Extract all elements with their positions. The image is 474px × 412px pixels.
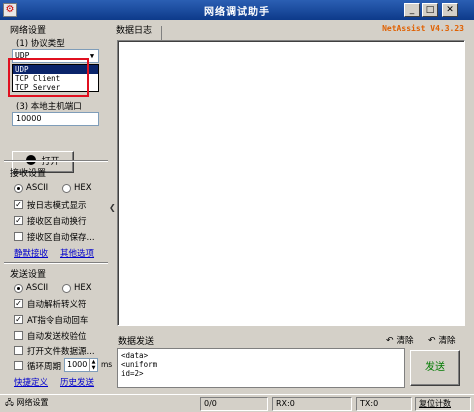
recv-hex-label: HEX <box>74 183 92 193</box>
auto-wrap-label: 接收区自动换行 <box>27 217 87 227</box>
window-title: 网络调试助手 <box>204 7 270 18</box>
mute-receive-link[interactable]: 静默接收 <box>14 247 48 259</box>
loop-period-input[interactable]: 1000 ▲ ▼ <box>64 358 98 372</box>
recv-settings-title: 接收设置 <box>10 169 47 179</box>
log-mode-label: 按日志模式显示 <box>27 201 87 211</box>
reset-count-button[interactable]: 复位计数 <box>415 397 471 411</box>
clear-send-button[interactable]: ↶ 清除 <box>428 334 456 346</box>
maximize-button[interactable]: □ <box>422 3 438 17</box>
auto-wrap-checkbox[interactable]: ✓ <box>14 216 23 225</box>
auto-save-label: 接收区自动保存... <box>27 233 95 243</box>
panel-splitter[interactable]: ❮ <box>109 175 116 245</box>
status-bar: 🖧 网络设置 0/0 RX:0 TX:0 复位计数 <box>0 394 474 412</box>
send-button[interactable]: 发送 <box>410 350 460 386</box>
status-tx: TX:0 <box>356 397 412 411</box>
clear-icon: ↶ <box>428 336 436 346</box>
at-return-checkbox[interactable]: ✓ <box>14 315 23 324</box>
protocol-label: (1) 协议类型 <box>16 39 65 49</box>
loop-label: 循环周期 <box>27 362 62 372</box>
file-source-checkbox[interactable] <box>14 346 23 355</box>
clear-icon: ↶ <box>386 336 394 346</box>
log-tab[interactable]: 数据日志 <box>116 23 152 36</box>
checksum-checkbox[interactable] <box>14 331 23 340</box>
title-bar: ⚙ 网络调试助手 _ □ ✕ <box>0 0 474 20</box>
clear-send-label: 清除 <box>438 336 456 346</box>
spinner-icon[interactable]: ▲ ▼ <box>89 359 97 371</box>
recv-ascii-label: ASCII <box>26 183 49 193</box>
send-settings-title: 发送设置 <box>10 270 47 280</box>
send-hex-label: HEX <box>74 283 92 293</box>
port-input[interactable]: 10000 <box>12 112 99 126</box>
version-label: NetAssist V4.3.23 <box>382 24 464 33</box>
send-input-area[interactable]: <data> <uniform id=2> <box>117 348 405 388</box>
status-rx: RX:0 <box>272 397 352 411</box>
net-settings-title: 网络设置 <box>10 26 47 36</box>
status-settings-label: 网络设置 <box>16 398 49 407</box>
log-mode-checkbox[interactable]: ✓ <box>14 200 23 209</box>
checksum-label: 自动发送校验位 <box>27 332 87 342</box>
auto-save-checkbox[interactable] <box>14 232 23 241</box>
host-port-label: (3) 本地主机端口 <box>16 102 82 112</box>
status-settings: 🖧 网络设置 <box>2 397 112 411</box>
escape-label: 自动解析转义符 <box>27 300 87 310</box>
close-button[interactable]: ✕ <box>442 3 458 17</box>
loop-unit: ms <box>101 360 113 369</box>
send-ascii-label: ASCII <box>26 283 49 293</box>
chevron-left-icon[interactable]: ❮ <box>109 203 116 212</box>
send-hex-radio[interactable] <box>62 284 71 293</box>
send-tab[interactable]: 数据发送 <box>118 334 154 347</box>
file-source-label: 打开文件数据源... <box>27 347 95 357</box>
status-count: 0/0 <box>200 397 268 411</box>
at-return-label: AT指令自动回车 <box>27 316 89 326</box>
recv-ascii-radio[interactable] <box>14 184 23 193</box>
loop-checkbox[interactable] <box>14 361 23 370</box>
recv-hex-radio[interactable] <box>62 184 71 193</box>
highlight-box <box>8 58 89 97</box>
send-ascii-radio[interactable] <box>14 284 23 293</box>
minimize-button[interactable]: _ <box>404 3 420 17</box>
shortcut-link[interactable]: 快捷定义 <box>14 376 48 388</box>
history-link[interactable]: 历史发送 <box>60 376 94 388</box>
clear-log-label: 清除 <box>396 336 414 346</box>
loop-period-value: 1000 <box>67 360 88 369</box>
escape-checkbox[interactable]: ✓ <box>14 299 23 308</box>
clear-log-button[interactable]: ↶ 清除 <box>386 334 414 346</box>
network-icon: 🖧 <box>5 398 17 407</box>
receive-log-area[interactable] <box>117 40 465 326</box>
more-options-link[interactable]: 其他选项 <box>60 247 94 259</box>
